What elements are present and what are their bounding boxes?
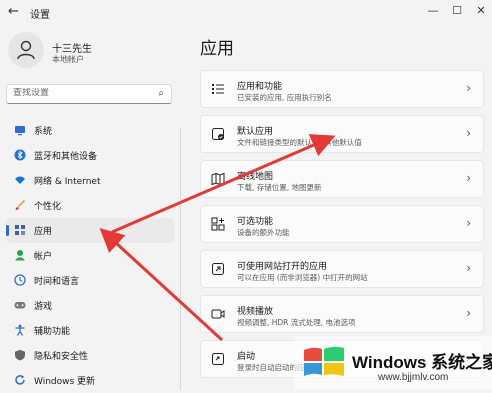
watermark: Windows 系统之家 www.bjjmlv.com [294, 336, 492, 390]
windows-logo-icon [304, 346, 344, 376]
annotation-arrows [99, 134, 336, 342]
watermark-text: Windows 系统之家 [352, 353, 492, 372]
watermark-url: www.bjjmlv.com [378, 372, 449, 383]
arrow-to-apps [99, 227, 224, 342]
arrow-to-default-apps [111, 134, 336, 234]
